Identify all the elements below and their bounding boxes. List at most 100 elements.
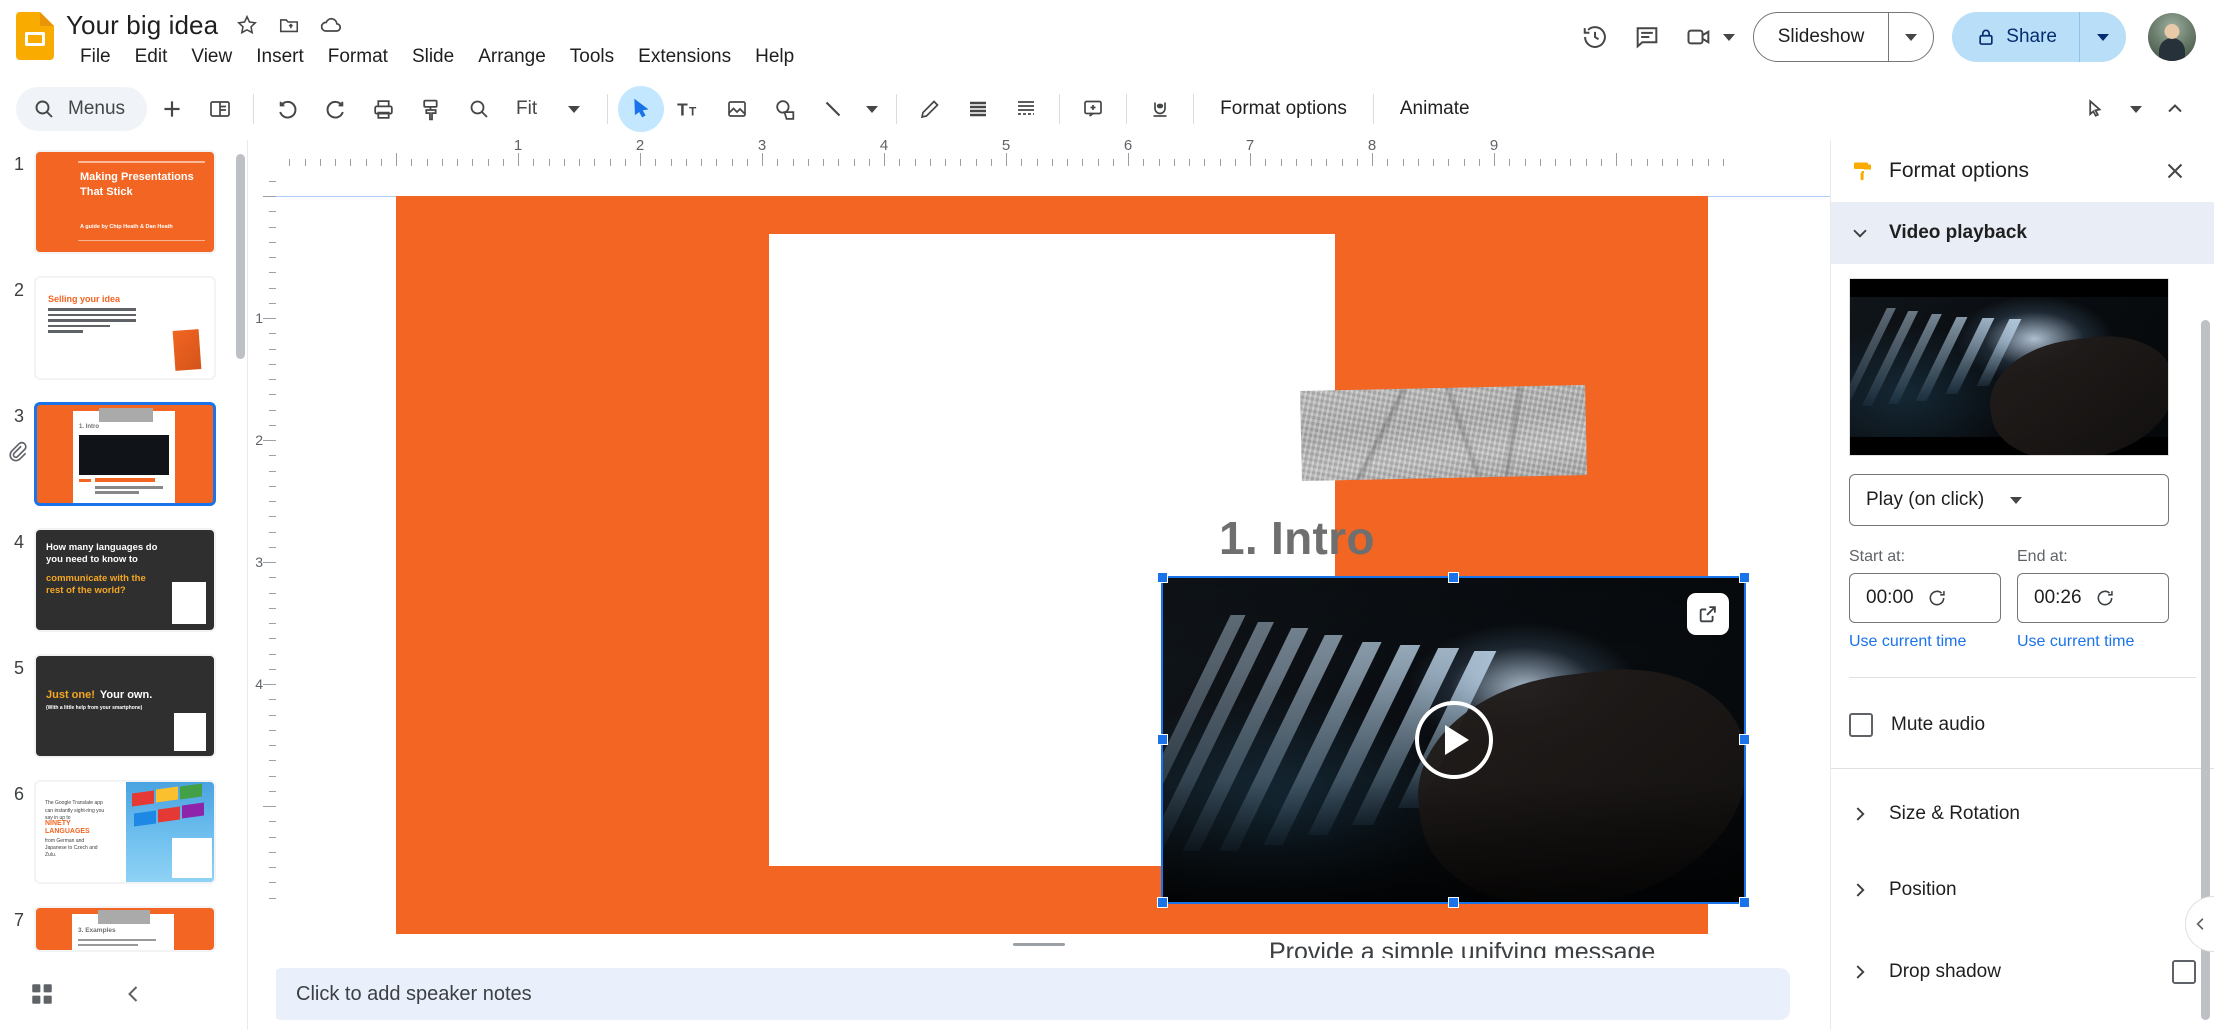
slide-canvas[interactable]: 1. Intro bbox=[276, 166, 1830, 958]
filmstrip-scrollbar[interactable] bbox=[236, 154, 245, 359]
section-position[interactable]: Position bbox=[1831, 859, 2214, 921]
meet-button[interactable] bbox=[1676, 14, 1739, 60]
end-use-current-time-link[interactable]: Use current time bbox=[2017, 633, 2169, 651]
ruler-tick bbox=[610, 159, 611, 166]
search-menus-button[interactable]: Menus bbox=[16, 87, 147, 131]
filmstrip-item-2[interactable]: 2 Selling your idea bbox=[0, 276, 247, 380]
slide-thumbnail[interactable]: How many languages do you need to know t… bbox=[34, 528, 216, 632]
start-time-input[interactable]: 00:00 bbox=[1849, 573, 2001, 623]
end-time-input[interactable]: 00:26 bbox=[2017, 573, 2169, 623]
shape-button[interactable] bbox=[762, 86, 808, 132]
menu-arrange[interactable]: Arrange bbox=[466, 43, 558, 71]
animate-button[interactable]: Animate bbox=[1384, 88, 1486, 130]
play-button-icon[interactable] bbox=[1415, 701, 1493, 779]
zoom-icon[interactable] bbox=[456, 86, 502, 132]
slide-heading[interactable]: 1. Intro bbox=[1219, 511, 1375, 565]
meet-camera-icon[interactable] bbox=[1676, 14, 1722, 60]
mute-audio-row[interactable]: Mute audio bbox=[1831, 690, 2214, 760]
current-slide[interactable]: 1. Intro bbox=[396, 196, 1708, 934]
filmstrip-item-4[interactable]: 4 How many languages do you need to know… bbox=[0, 528, 247, 632]
paint-format-button[interactable] bbox=[408, 86, 454, 132]
refresh-icon[interactable] bbox=[1927, 588, 1988, 608]
panel-body[interactable]: Video playback bbox=[1831, 202, 2214, 1030]
slide-thumbnail[interactable]: Your own. Just one! Your own. (With a li… bbox=[34, 654, 216, 758]
cloud-saved-icon[interactable] bbox=[318, 12, 344, 38]
slide-thumbnail[interactable]: Making Presentations That Stick A guide … bbox=[34, 150, 216, 254]
ruler-tick bbox=[1281, 159, 1282, 166]
collapse-left-icon[interactable] bbox=[112, 972, 156, 1016]
background-button[interactable] bbox=[1003, 86, 1049, 132]
image-button[interactable] bbox=[714, 86, 760, 132]
drop-shadow-checkbox[interactable] bbox=[2172, 960, 2196, 984]
slide-thumbnail-selected[interactable]: 1. Intro bbox=[34, 402, 216, 506]
menu-view[interactable]: View bbox=[179, 43, 244, 71]
slideshow-dropdown-button[interactable] bbox=[1889, 13, 1933, 61]
mask-button[interactable] bbox=[1137, 86, 1183, 132]
open-in-new-icon[interactable] bbox=[1687, 593, 1729, 635]
user-avatar[interactable] bbox=[2148, 13, 2196, 61]
share-button[interactable]: Share bbox=[1952, 12, 2079, 62]
move-to-folder-icon[interactable] bbox=[276, 12, 302, 38]
star-icon[interactable] bbox=[234, 12, 260, 38]
menu-format[interactable]: Format bbox=[316, 43, 400, 71]
undo-button[interactable] bbox=[264, 86, 310, 132]
grid-view-icon[interactable] bbox=[20, 972, 64, 1016]
layout-button[interactable] bbox=[197, 86, 243, 132]
filmstrip-item-7[interactable]: 7 3. Examples bbox=[0, 906, 247, 952]
chevron-right-icon bbox=[1849, 879, 1871, 901]
curve-pencil-button[interactable] bbox=[907, 86, 953, 132]
text-box-button[interactable]: T T bbox=[666, 86, 712, 132]
filmstrip-item-6[interactable]: 6 The Google Translate app can instantly… bbox=[0, 780, 247, 884]
slide-thumbnail[interactable]: The Google Translate app can instantly s… bbox=[34, 780, 216, 884]
version-history-icon[interactable] bbox=[1572, 14, 1618, 60]
line-dropdown-button[interactable] bbox=[858, 86, 886, 132]
menu-extensions[interactable]: Extensions bbox=[626, 43, 743, 71]
redo-button[interactable] bbox=[312, 86, 358, 132]
menu-help[interactable]: Help bbox=[743, 43, 806, 71]
add-comment-button[interactable] bbox=[1070, 86, 1116, 132]
section-video-playback[interactable]: Video playback bbox=[1831, 202, 2214, 264]
menu-edit[interactable]: Edit bbox=[123, 43, 180, 71]
section-size-rotation[interactable]: Size & Rotation bbox=[1831, 783, 2214, 845]
filmstrip-item-1[interactable]: 1 Making Presentations That Stick A guid… bbox=[0, 150, 247, 254]
line-button[interactable] bbox=[810, 86, 856, 132]
attachment-icon[interactable] bbox=[6, 440, 28, 462]
comment-history-icon[interactable] bbox=[1624, 14, 1670, 60]
slide-bullet[interactable]: ➔ Simple Provide a simple unifying messa… bbox=[1221, 899, 1641, 958]
menu-slide[interactable]: Slide bbox=[400, 43, 466, 71]
video-preview[interactable] bbox=[1849, 278, 2169, 456]
format-options-button[interactable]: Format options bbox=[1204, 88, 1363, 130]
speaker-notes-input[interactable]: Click to add speaker notes bbox=[272, 968, 1790, 1020]
zoom-dropdown-button[interactable] bbox=[551, 86, 597, 132]
menu-tools[interactable]: Tools bbox=[558, 43, 626, 71]
slide-thumbnail[interactable]: Selling your idea bbox=[34, 276, 216, 380]
share-dropdown-button[interactable] bbox=[2080, 12, 2126, 62]
meet-dropdown-caret[interactable] bbox=[1723, 34, 1735, 41]
filmstrip-item-3[interactable]: 3 1. Intro bbox=[0, 402, 247, 506]
slideshow-button[interactable]: Slideshow bbox=[1754, 13, 1889, 61]
chevron-right-icon bbox=[1849, 961, 1871, 983]
new-slide-button[interactable] bbox=[149, 86, 195, 132]
playback-mode-select[interactable]: Play (on click) bbox=[1849, 474, 2169, 526]
filmstrip-item-5[interactable]: 5 Your own. Just one! Your own. (With a … bbox=[0, 654, 247, 758]
section-drop-shadow[interactable]: Drop shadow bbox=[1831, 941, 2214, 1003]
filmstrip-scroll[interactable]: 1 Making Presentations That Stick A guid… bbox=[0, 140, 247, 958]
slide-thumbnail[interactable]: 3. Examples bbox=[34, 906, 216, 952]
thumb-title: 3. Examples bbox=[78, 927, 116, 934]
start-use-current-time-link[interactable]: Use current time bbox=[1849, 633, 2001, 651]
editing-mode-dropdown[interactable] bbox=[2122, 86, 2150, 132]
print-button[interactable] bbox=[360, 86, 406, 132]
menu-insert[interactable]: Insert bbox=[244, 43, 316, 71]
zoom-level-label[interactable]: Fit bbox=[506, 98, 547, 120]
collapse-toolbar-button[interactable] bbox=[2152, 86, 2198, 132]
mute-audio-checkbox[interactable] bbox=[1849, 713, 1873, 737]
select-cursor-button[interactable] bbox=[618, 86, 664, 132]
close-icon[interactable] bbox=[2152, 148, 2198, 194]
refresh-icon[interactable] bbox=[2095, 588, 2156, 608]
notes-resize-grip[interactable] bbox=[1013, 943, 1065, 946]
document-title[interactable]: Your big idea bbox=[66, 10, 218, 41]
editing-mode-button[interactable] bbox=[2074, 86, 2120, 132]
menu-file[interactable]: File bbox=[68, 43, 123, 71]
text-lines-button[interactable] bbox=[955, 86, 1001, 132]
video-element[interactable] bbox=[1161, 576, 1746, 904]
